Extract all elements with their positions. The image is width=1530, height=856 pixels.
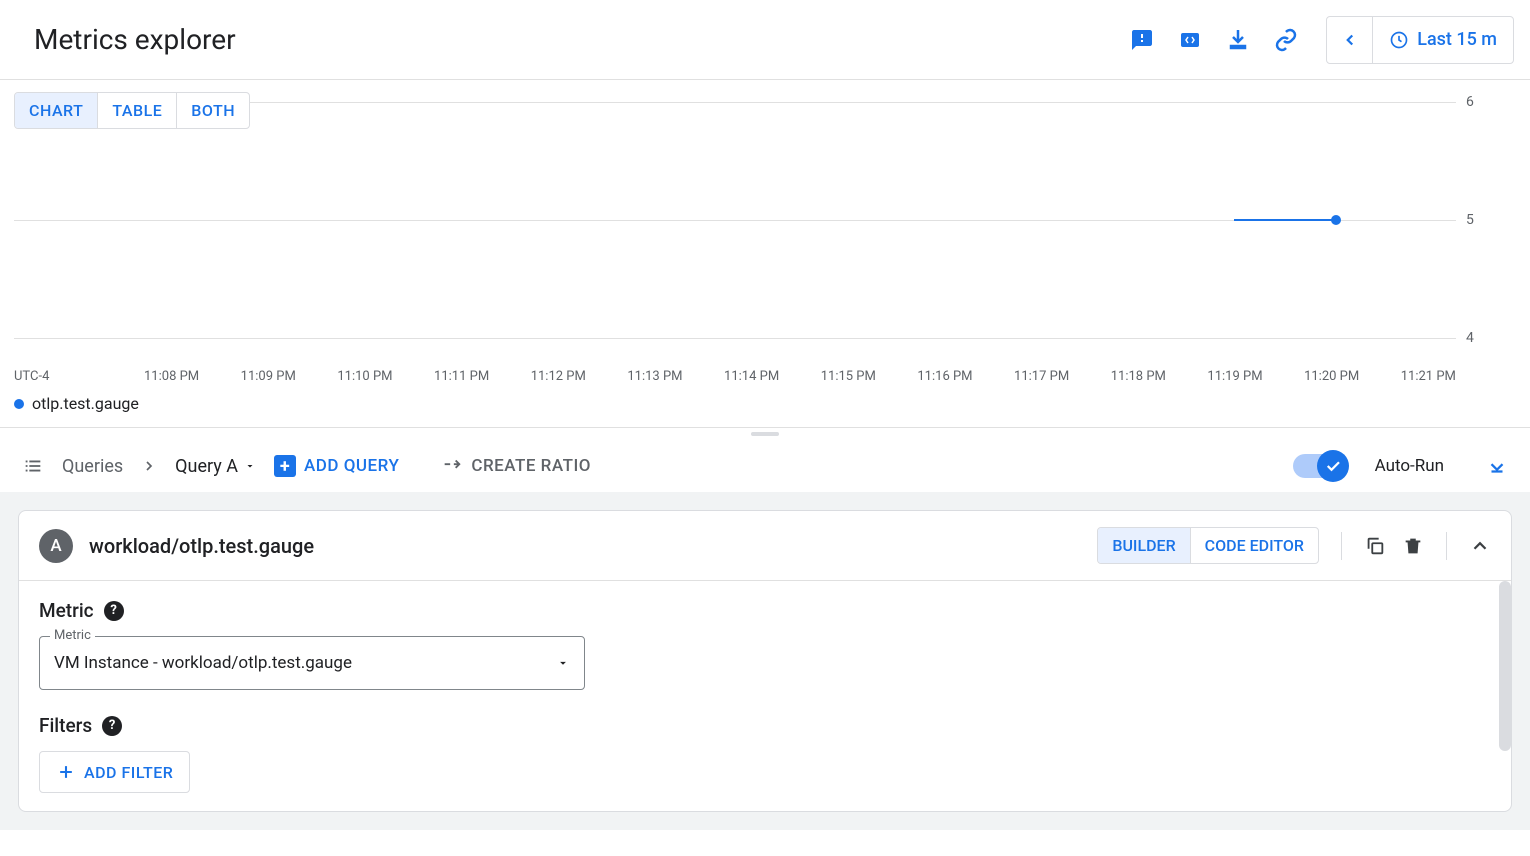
download-icon[interactable]: [1226, 28, 1250, 52]
legend-label: otlp.test.gauge: [32, 394, 139, 413]
query-selector[interactable]: Query A: [175, 456, 256, 477]
x-tick: 11:20 PM: [1304, 369, 1359, 384]
tab-chart[interactable]: CHART: [15, 93, 97, 128]
delete-query-button[interactable]: [1402, 535, 1424, 557]
help-icon[interactable]: ?: [104, 601, 124, 621]
query-badge: A: [39, 529, 73, 563]
x-tick: 11:08 PM: [144, 369, 199, 384]
header: Metrics explorer Last 15 m: [0, 0, 1530, 80]
chart-line: [1234, 219, 1336, 221]
metric-float-label: Metric: [50, 628, 95, 643]
time-range-label: Last 15 m: [1417, 29, 1497, 50]
y-tick: 6: [1466, 94, 1506, 110]
y-tick: 5: [1466, 212, 1506, 228]
scrollbar-thumb[interactable]: [1499, 581, 1511, 751]
x-tick: 11:14 PM: [724, 369, 779, 384]
create-ratio-button[interactable]: CREATE RATIO: [441, 455, 591, 477]
ratio-icon: [441, 455, 463, 477]
clock-icon: [1389, 30, 1409, 50]
tab-table[interactable]: TABLE: [97, 93, 176, 128]
time-range-picker: Last 15 m: [1326, 16, 1514, 64]
query-title: workload/otlp.test.gauge: [89, 534, 1081, 558]
x-tick: 11:09 PM: [241, 369, 296, 384]
x-tick: 11:15 PM: [821, 369, 876, 384]
collapse-query-button[interactable]: [1469, 535, 1491, 557]
create-ratio-label: CREATE RATIO: [471, 456, 591, 476]
query-card-header: A workload/otlp.test.gauge BUILDER CODE …: [19, 511, 1511, 581]
plus-icon: [56, 762, 76, 782]
add-query-label: ADD QUERY: [304, 456, 399, 476]
x-tick: 11:19 PM: [1207, 369, 1262, 384]
copy-query-button[interactable]: [1364, 535, 1386, 557]
autorun-toggle[interactable]: [1293, 454, 1345, 478]
tab-both[interactable]: BOTH: [176, 93, 249, 128]
toggle-knob: [1317, 450, 1349, 482]
mode-builder-button[interactable]: BUILDER: [1098, 528, 1189, 563]
add-filter-label: ADD FILTER: [84, 763, 173, 782]
time-range-button[interactable]: Last 15 m: [1373, 29, 1513, 50]
x-tick: 11:13 PM: [627, 369, 682, 384]
collapse-icon: [1486, 455, 1508, 477]
add-filter-button[interactable]: ADD FILTER: [39, 751, 190, 793]
x-axis: 11:08 PM 11:09 PM 11:10 PM 11:11 PM 11:1…: [14, 369, 1456, 384]
query-card: A workload/otlp.test.gauge BUILDER CODE …: [18, 510, 1512, 812]
query-card-body: Metric ? Metric VM Instance - workload/o…: [19, 581, 1511, 811]
x-tick: 11:18 PM: [1111, 369, 1166, 384]
trash-icon: [1402, 535, 1424, 557]
dropdown-icon: [556, 656, 570, 670]
x-tick: 11:17 PM: [1014, 369, 1069, 384]
x-tick: 11:12 PM: [531, 369, 586, 384]
list-icon: [22, 455, 44, 477]
y-tick: 4: [1466, 330, 1506, 346]
filters-section-text: Filters: [39, 714, 92, 737]
query-selector-label: Query A: [175, 456, 238, 477]
metric-section-label: Metric ?: [39, 599, 1491, 622]
chevron-right-icon: [141, 458, 157, 474]
time-prev-button[interactable]: [1327, 17, 1373, 63]
x-tick: 11:11 PM: [434, 369, 489, 384]
chart: 6 5 4 UTC-4 11:08 PM 11:09 PM 11:10 PM 1…: [14, 92, 1516, 392]
chevron-up-icon: [1469, 535, 1491, 557]
metric-select[interactable]: Metric VM Instance - workload/otlp.test.…: [39, 636, 585, 690]
copy-icon: [1364, 535, 1386, 557]
queries-container: A workload/otlp.test.gauge BUILDER CODE …: [0, 492, 1530, 830]
x-tick: 11:21 PM: [1401, 369, 1456, 384]
collapse-all-button[interactable]: [1486, 455, 1508, 477]
metric-value: VM Instance - workload/otlp.test.gauge: [54, 653, 352, 673]
query-toolbar: Queries Query A + ADD QUERY CREATE RATIO…: [0, 440, 1530, 492]
feedback-icon[interactable]: [1130, 28, 1154, 52]
chart-point: [1331, 215, 1341, 225]
help-icon[interactable]: ?: [102, 716, 122, 736]
queries-label: Queries: [62, 456, 123, 477]
x-tick: 11:16 PM: [917, 369, 972, 384]
mode-code-editor-button[interactable]: CODE EDITOR: [1190, 528, 1318, 563]
legend: otlp.test.gauge: [14, 394, 1516, 413]
x-tick: 11:10 PM: [337, 369, 392, 384]
page-title: Metrics explorer: [34, 23, 236, 56]
add-query-button[interactable]: + ADD QUERY: [274, 455, 399, 477]
metric-section-text: Metric: [39, 599, 94, 622]
dropdown-icon: [244, 460, 256, 472]
view-tabs: CHART TABLE BOTH: [14, 92, 250, 129]
legend-color-dot: [14, 399, 24, 409]
check-icon: [1324, 457, 1342, 475]
autorun-label: Auto-Run: [1375, 456, 1444, 476]
link-icon[interactable]: [1274, 28, 1298, 52]
filters-section-label: Filters ?: [39, 714, 1491, 737]
plus-icon: +: [274, 455, 296, 477]
code-icon[interactable]: [1178, 28, 1202, 52]
query-mode-toggle: BUILDER CODE EDITOR: [1097, 527, 1319, 564]
chart-plot[interactable]: 6 5 4: [14, 92, 1456, 364]
drag-handle[interactable]: [751, 432, 779, 436]
